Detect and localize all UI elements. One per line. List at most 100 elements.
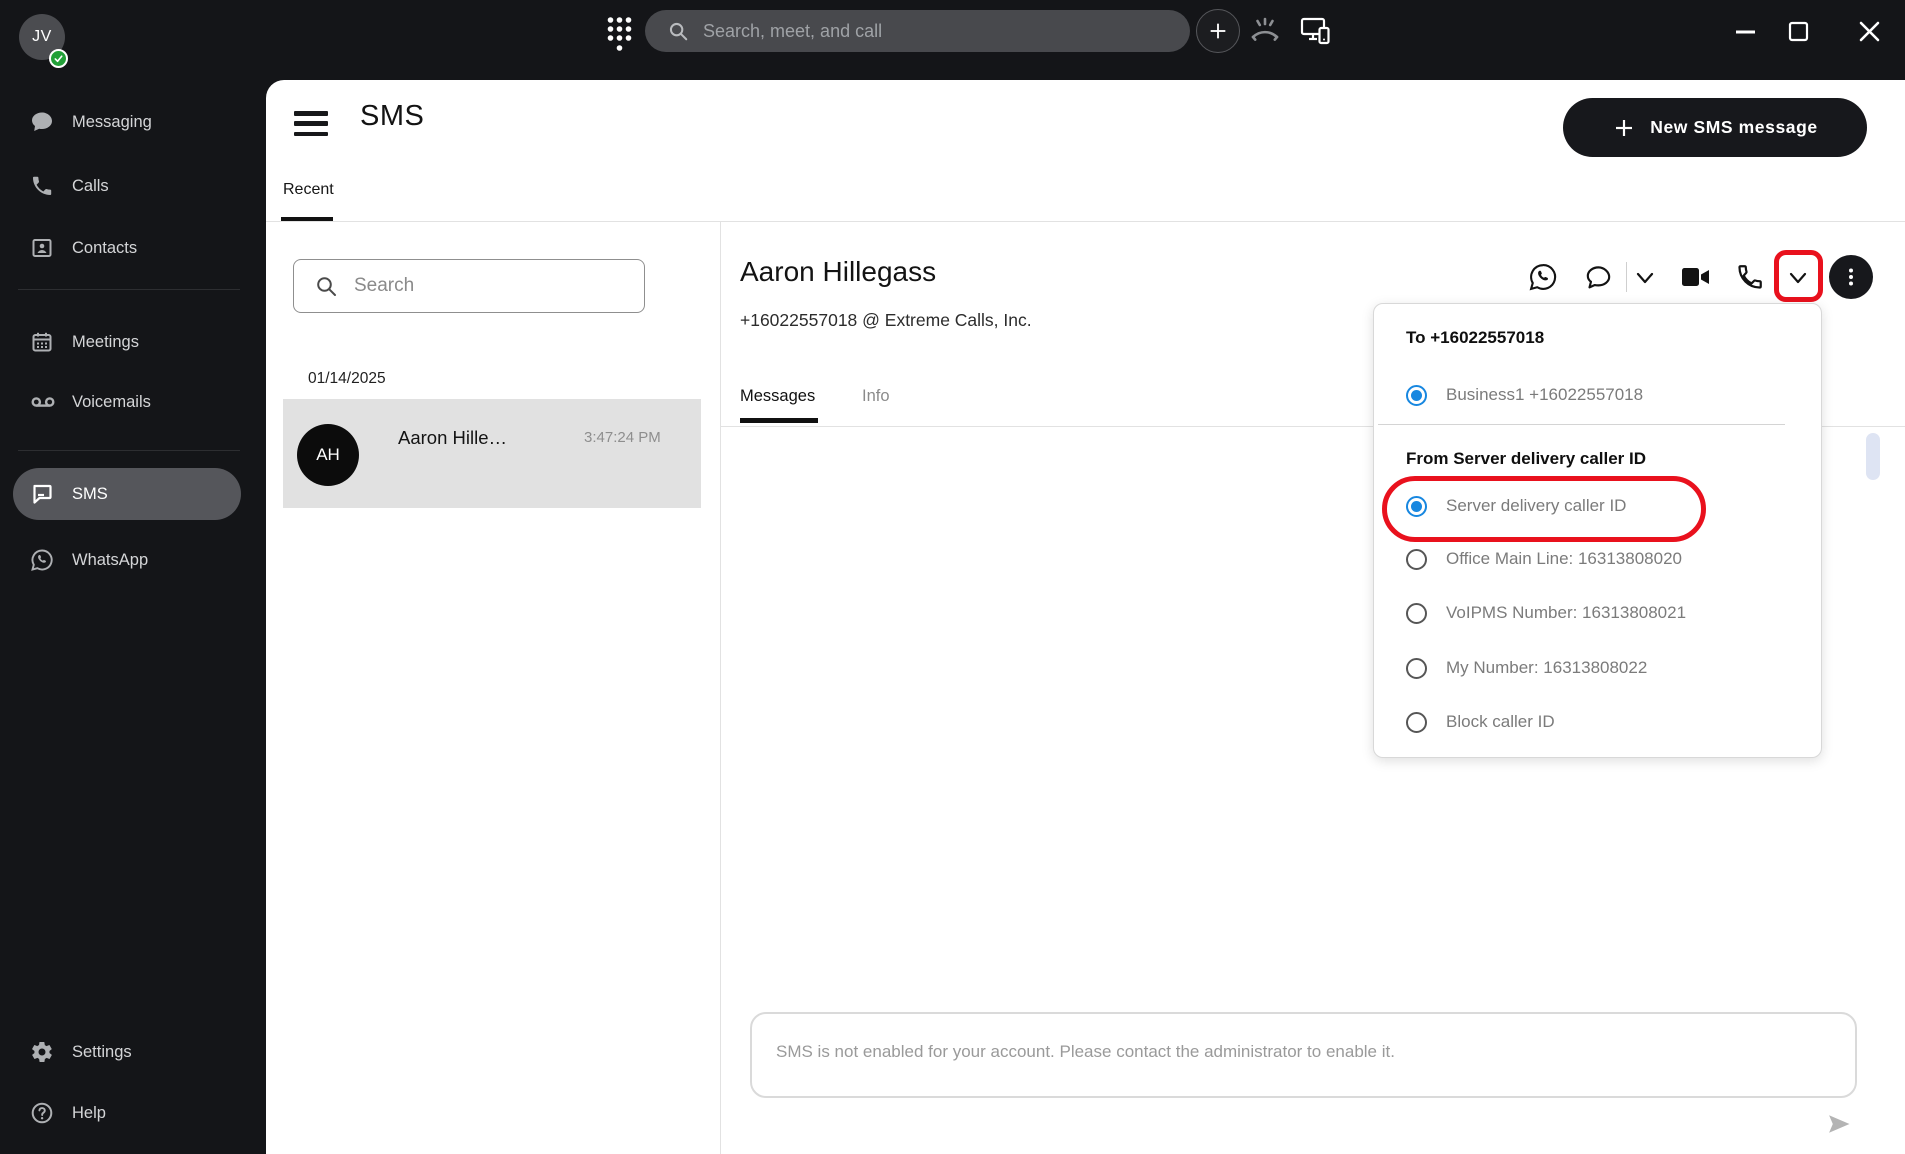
radio-option-block-caller-id[interactable]: Block caller ID	[1406, 707, 1555, 737]
whatsapp-icon	[30, 548, 54, 572]
plus-icon	[1612, 116, 1636, 140]
presence-available-icon	[49, 49, 68, 68]
minimize-button[interactable]	[1725, 11, 1765, 51]
gear-icon	[30, 1040, 54, 1064]
list-chat-divider	[720, 222, 721, 1154]
whatsapp-action-button[interactable]	[1528, 262, 1558, 292]
send-icon	[1825, 1110, 1853, 1138]
radio-label: Office Main Line: 16313808020	[1446, 549, 1682, 569]
annotation-highlight-call-dropdown	[1774, 250, 1823, 302]
hamburger-menu-icon[interactable]	[294, 111, 328, 136]
tabs-divider	[266, 221, 1905, 222]
sidebar-item-whatsapp[interactable]: WhatsApp	[0, 536, 266, 584]
scrollbar-thumb[interactable]	[1866, 433, 1880, 480]
chat-bubble-icon	[1584, 264, 1613, 291]
page-title: SMS	[360, 100, 424, 133]
radio-label: Business1 +16022557018	[1446, 385, 1643, 405]
global-search[interactable]	[645, 10, 1190, 52]
avatar-initials: JV	[32, 28, 52, 46]
dialpad-icon[interactable]	[606, 16, 633, 54]
sidebar-label: Meetings	[72, 333, 139, 352]
contact-avatar: AH	[297, 424, 359, 486]
message-composer[interactable]: SMS is not enabled for your account. Ple…	[750, 1012, 1857, 1098]
radio-selected-icon	[1406, 385, 1427, 406]
sms-icon	[30, 482, 54, 506]
maximize-button[interactable]	[1778, 11, 1818, 51]
new-sms-message-button[interactable]: New SMS message	[1563, 98, 1867, 157]
radio-unselected-icon	[1406, 658, 1427, 679]
radio-unselected-icon	[1406, 712, 1427, 733]
video-call-button[interactable]	[1679, 263, 1712, 291]
more-options-button[interactable]	[1829, 255, 1873, 299]
radio-label: Block caller ID	[1446, 712, 1555, 732]
dropdown-divider	[1378, 424, 1785, 425]
video-camera-icon	[1679, 263, 1712, 291]
phone-icon	[30, 174, 54, 198]
close-button[interactable]	[1849, 11, 1889, 51]
radio-option-office-main-line[interactable]: Office Main Line: 16313808020	[1406, 544, 1682, 574]
conversation-time: 3:47:24 PM	[584, 429, 661, 446]
voicemail-icon	[30, 390, 54, 414]
chevron-down-icon	[1633, 268, 1657, 288]
sidebar-label: Contacts	[72, 239, 137, 258]
sidebar-label: Voicemails	[72, 393, 151, 412]
tab-messages[interactable]: Messages	[740, 387, 815, 406]
conversation-search[interactable]	[293, 259, 645, 313]
action-divider	[1626, 262, 1627, 292]
sidebar-item-meetings[interactable]: Meetings	[0, 318, 266, 366]
incoming-call-icon[interactable]	[1248, 16, 1282, 46]
search-icon	[667, 20, 689, 42]
radio-label: My Number: 16313808022	[1446, 658, 1647, 678]
contact-card-icon	[30, 236, 54, 260]
devices-icon[interactable]	[1300, 16, 1332, 46]
composer-placeholder: SMS is not enabled for your account. Ple…	[776, 1042, 1395, 1062]
chat-contact-name: Aaron Hillegass	[740, 256, 936, 288]
dropdown-from-heading: From Server delivery caller ID	[1406, 449, 1646, 469]
new-sms-message-label: New SMS message	[1650, 117, 1818, 138]
annotation-highlight-server-delivery	[1382, 476, 1706, 542]
calendar-icon	[30, 330, 54, 354]
close-icon	[1857, 19, 1882, 44]
chat-contact-detail: +16022557018 @ Extreme Calls, Inc.	[740, 310, 1032, 331]
caller-id-dropdown: To +16022557018 Business1 +16022557018 F…	[1373, 303, 1822, 758]
radio-unselected-icon	[1406, 549, 1427, 570]
message-action-button[interactable]	[1584, 264, 1613, 291]
whatsapp-icon	[1528, 262, 1558, 292]
conversation-name: Aaron Hille…	[398, 427, 507, 449]
tab-info[interactable]: Info	[862, 387, 890, 406]
search-icon	[314, 274, 338, 298]
sidebar-label: SMS	[72, 485, 108, 504]
sidebar-item-voicemails[interactable]: Voicemails	[0, 378, 266, 426]
new-action-button[interactable]	[1196, 9, 1240, 53]
sidebar-label: WhatsApp	[72, 551, 148, 570]
plus-icon	[1207, 20, 1229, 42]
more-vertical-icon	[1839, 265, 1863, 289]
radio-unselected-icon	[1406, 603, 1427, 624]
tab-messages-underline	[740, 418, 818, 423]
sidebar-item-settings[interactable]: Settings	[0, 1028, 266, 1076]
tab-recent[interactable]: Recent	[283, 181, 334, 199]
radio-option-business1[interactable]: Business1 +16022557018	[1406, 380, 1643, 410]
call-button[interactable]	[1736, 263, 1764, 291]
app-window: JV	[0, 0, 1905, 1154]
sidebar-divider	[18, 450, 240, 451]
sidebar-label: Settings	[72, 1043, 132, 1062]
sidebar-item-sms[interactable]: SMS	[13, 468, 241, 520]
conversation-search-input[interactable]	[352, 274, 596, 298]
help-icon	[30, 1101, 54, 1125]
send-button[interactable]	[1825, 1110, 1853, 1138]
sidebar-label: Messaging	[72, 113, 152, 132]
contact-initials: AH	[316, 445, 340, 465]
message-dropdown-button[interactable]	[1633, 268, 1657, 288]
sidebar-item-help[interactable]: Help	[0, 1089, 266, 1137]
sidebar-label: Help	[72, 1104, 106, 1123]
minimize-icon	[1733, 19, 1758, 44]
radio-option-my-number[interactable]: My Number: 16313808022	[1406, 653, 1647, 683]
radio-label: VoIPMS Number: 16313808021	[1446, 603, 1686, 623]
sidebar-item-contacts[interactable]: Contacts	[0, 224, 266, 272]
maximize-icon	[1787, 20, 1810, 43]
global-search-input[interactable]	[701, 20, 1135, 43]
radio-option-voipms-number[interactable]: VoIPMS Number: 16313808021	[1406, 598, 1686, 628]
sidebar-item-calls[interactable]: Calls	[0, 162, 266, 210]
sidebar-item-messaging[interactable]: Messaging	[0, 98, 266, 146]
